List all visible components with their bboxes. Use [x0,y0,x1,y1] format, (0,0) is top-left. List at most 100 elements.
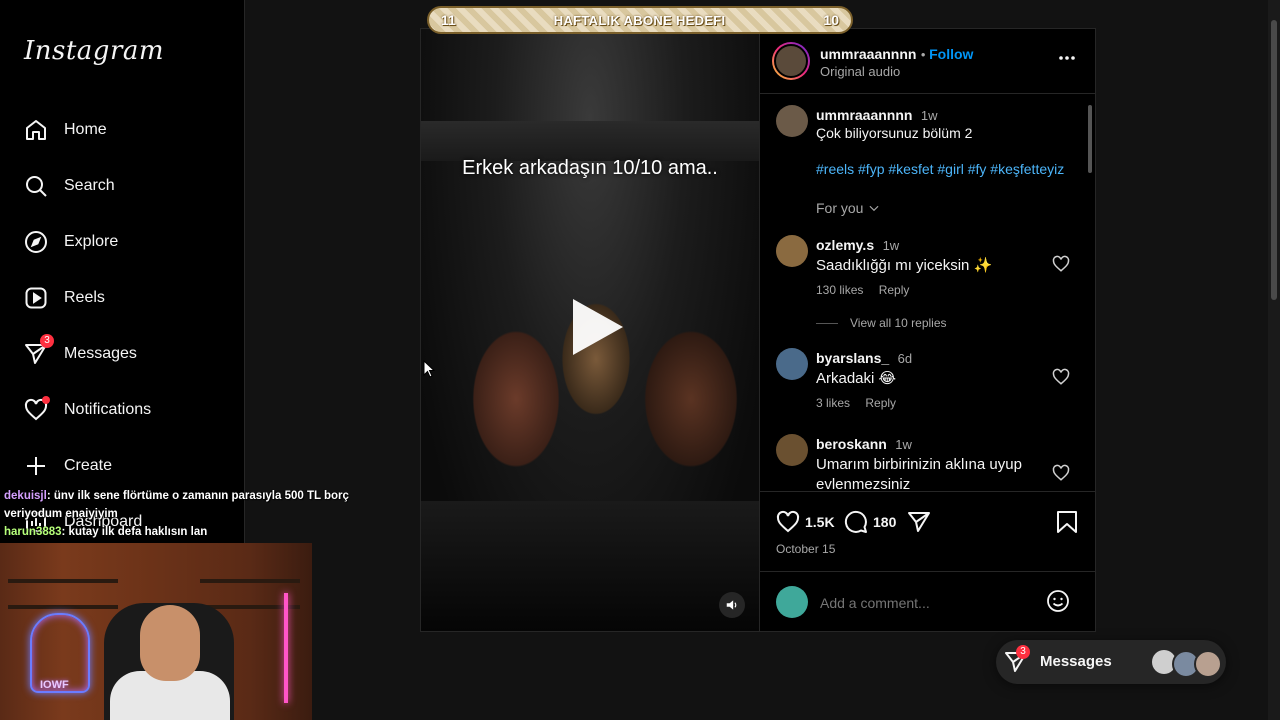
like-comment-heart-icon[interactable] [1052,464,1070,482]
sidebar-item-reels[interactable]: Reels [22,282,105,314]
chat-username: harun3883 [4,526,62,538]
avatar [1194,650,1222,678]
caption-time: 1w [920,108,938,123]
comment-time: 1w [895,437,912,452]
subscriber-goal-banner: 11 HAFTALIK ABONE HEDEFI 10 [427,6,853,34]
comment-input[interactable] [818,590,1032,616]
my-avatar[interactable] [776,586,808,618]
more-options-icon[interactable] [1058,55,1076,61]
comments-scrollbar[interactable] [1088,105,1092,173]
streamer-head [140,605,200,681]
sidebar-item-create[interactable]: Create [22,450,112,482]
search-icon [22,172,50,200]
goal-title: HAFTALIK ABONE HEDEFI [553,12,726,28]
home-icon [22,116,50,144]
sidebar-item-explore[interactable]: Explore [22,226,118,258]
scrollbar-thumb[interactable] [1271,20,1277,300]
plus-icon [22,452,50,480]
comment-username[interactable]: ozlemy.s [816,237,874,253]
sidebar-item-label: Home [64,121,107,138]
sidebar-item-messages[interactable]: 3 Messages [22,334,137,370]
video-caption: Erkek arkadaşın 10/10 ama.. [462,157,718,179]
shelf [200,579,300,583]
shelf [8,605,118,609]
sidebar-item-home[interactable]: Home [22,114,107,146]
mouse-cursor-icon [423,360,435,378]
caption-avatar[interactable] [776,105,808,137]
comment-text: Saadıklığğı mı yiceksin ✨ [816,257,993,274]
heart-icon [22,396,50,424]
post-modal: Erkek arkadaşın 10/10 ama.. ummraaannnn … [420,28,1096,632]
like-comment-heart-icon[interactable] [1052,255,1070,273]
comment-time: 6d [897,351,913,366]
stream-chat: dekuisjl: ünv ilk sene flörtüme o zamanı… [4,487,384,541]
page-scrollbar[interactable] [1268,0,1280,720]
share-icon[interactable] [907,510,931,534]
comment-time: 1w [882,238,900,253]
play-icon[interactable] [563,295,627,359]
sidebar-item-label: Explore [64,233,119,250]
sidebar-item-label: Notifications [64,401,152,418]
comment-likes[interactable]: 3 likes [816,396,850,410]
car-seats [421,501,759,631]
reply-button[interactable]: Reply [865,396,896,410]
post-actions: 1.5K 180 October 15 [760,491,1096,572]
emoji-icon[interactable] [1046,589,1070,613]
chat-text: : ünv ilk sene flörtüme o zamanın parası… [4,490,349,520]
post-header: ummraaannnn • Follow Original audio [760,29,1096,94]
chat-message: harun3883: kutay ilk defa haklısın lan [4,523,384,541]
comment-text: Umarım birbirinizin aklına uyup evlenmez… [816,456,1022,491]
comment-avatar[interactable] [776,348,808,380]
compass-icon [22,228,50,256]
reel-video[interactable]: Erkek arkadaşın 10/10 ama.. [421,29,759,631]
comment-username[interactable]: beroskann [816,436,887,452]
sidebar-item-search[interactable]: Search [22,170,115,202]
mute-button[interactable] [719,592,745,618]
reply-button[interactable]: Reply [879,283,910,297]
sidebar-item-label: Create [64,457,113,474]
neon-strip [284,593,288,703]
post-sidebar: ummraaannnn • Follow Original audio ummr… [759,29,1096,631]
chat-username: dekuisjl [4,490,47,502]
goal-left-count: 11 [441,12,456,28]
instagram-logo[interactable]: Instagram [24,36,164,66]
comments-count[interactable]: 180 [873,514,896,530]
comment-icon[interactable] [844,510,868,534]
goal-right-count: 10 [823,12,839,28]
view-replies-button[interactable]: View all 10 replies [850,316,947,330]
sidebar-item-label: Reels [64,289,105,306]
comment-likes[interactable]: 130 likes [816,283,863,297]
sort-label: For you [816,200,864,216]
messages-pill-label: Messages [1040,653,1112,670]
likes-count[interactable]: 1.5K [805,514,835,530]
comment-text: Arkadaki 😂 [816,370,897,387]
messenger-icon: 3 [22,334,54,368]
notification-dot [42,396,50,404]
speaker-icon [726,600,737,610]
comment-avatar[interactable] [776,434,808,466]
streamer-webcam: IOWF [0,543,312,720]
author-avatar[interactable] [772,42,810,80]
comment-username[interactable]: byarslans_ [816,350,889,366]
add-comment-bar [760,571,1096,632]
sidebar-item-label: Search [64,177,115,194]
comment-avatar[interactable] [776,235,808,267]
author-username[interactable]: ummraaannnn [820,46,916,62]
sort-dropdown[interactable]: For you [816,200,881,216]
chevron-down-icon [869,205,879,212]
like-heart-icon[interactable] [776,510,800,534]
sidebar-item-notifications[interactable]: Notifications [22,394,151,426]
like-comment-heart-icon[interactable] [1052,368,1070,386]
audio-label[interactable]: Original audio [820,64,900,79]
car-headliner [421,121,759,161]
caption-hashtags[interactable]: #reels #fyp #kesfet #girl #fy #keşfettey… [816,161,1064,177]
messages-pill[interactable]: 3 Messages [996,640,1226,684]
caption-username[interactable]: ummraaannnn [816,107,912,123]
caption-text: Çok biliyorsunuz bölüm 2 [816,125,973,141]
sidebar-item-label: Messages [64,345,137,362]
bookmark-icon[interactable] [1056,510,1078,534]
messages-badge: 3 [40,334,54,348]
follow-button[interactable]: Follow [929,46,973,62]
messages-badge: 3 [1016,645,1030,659]
shelf [8,579,118,583]
